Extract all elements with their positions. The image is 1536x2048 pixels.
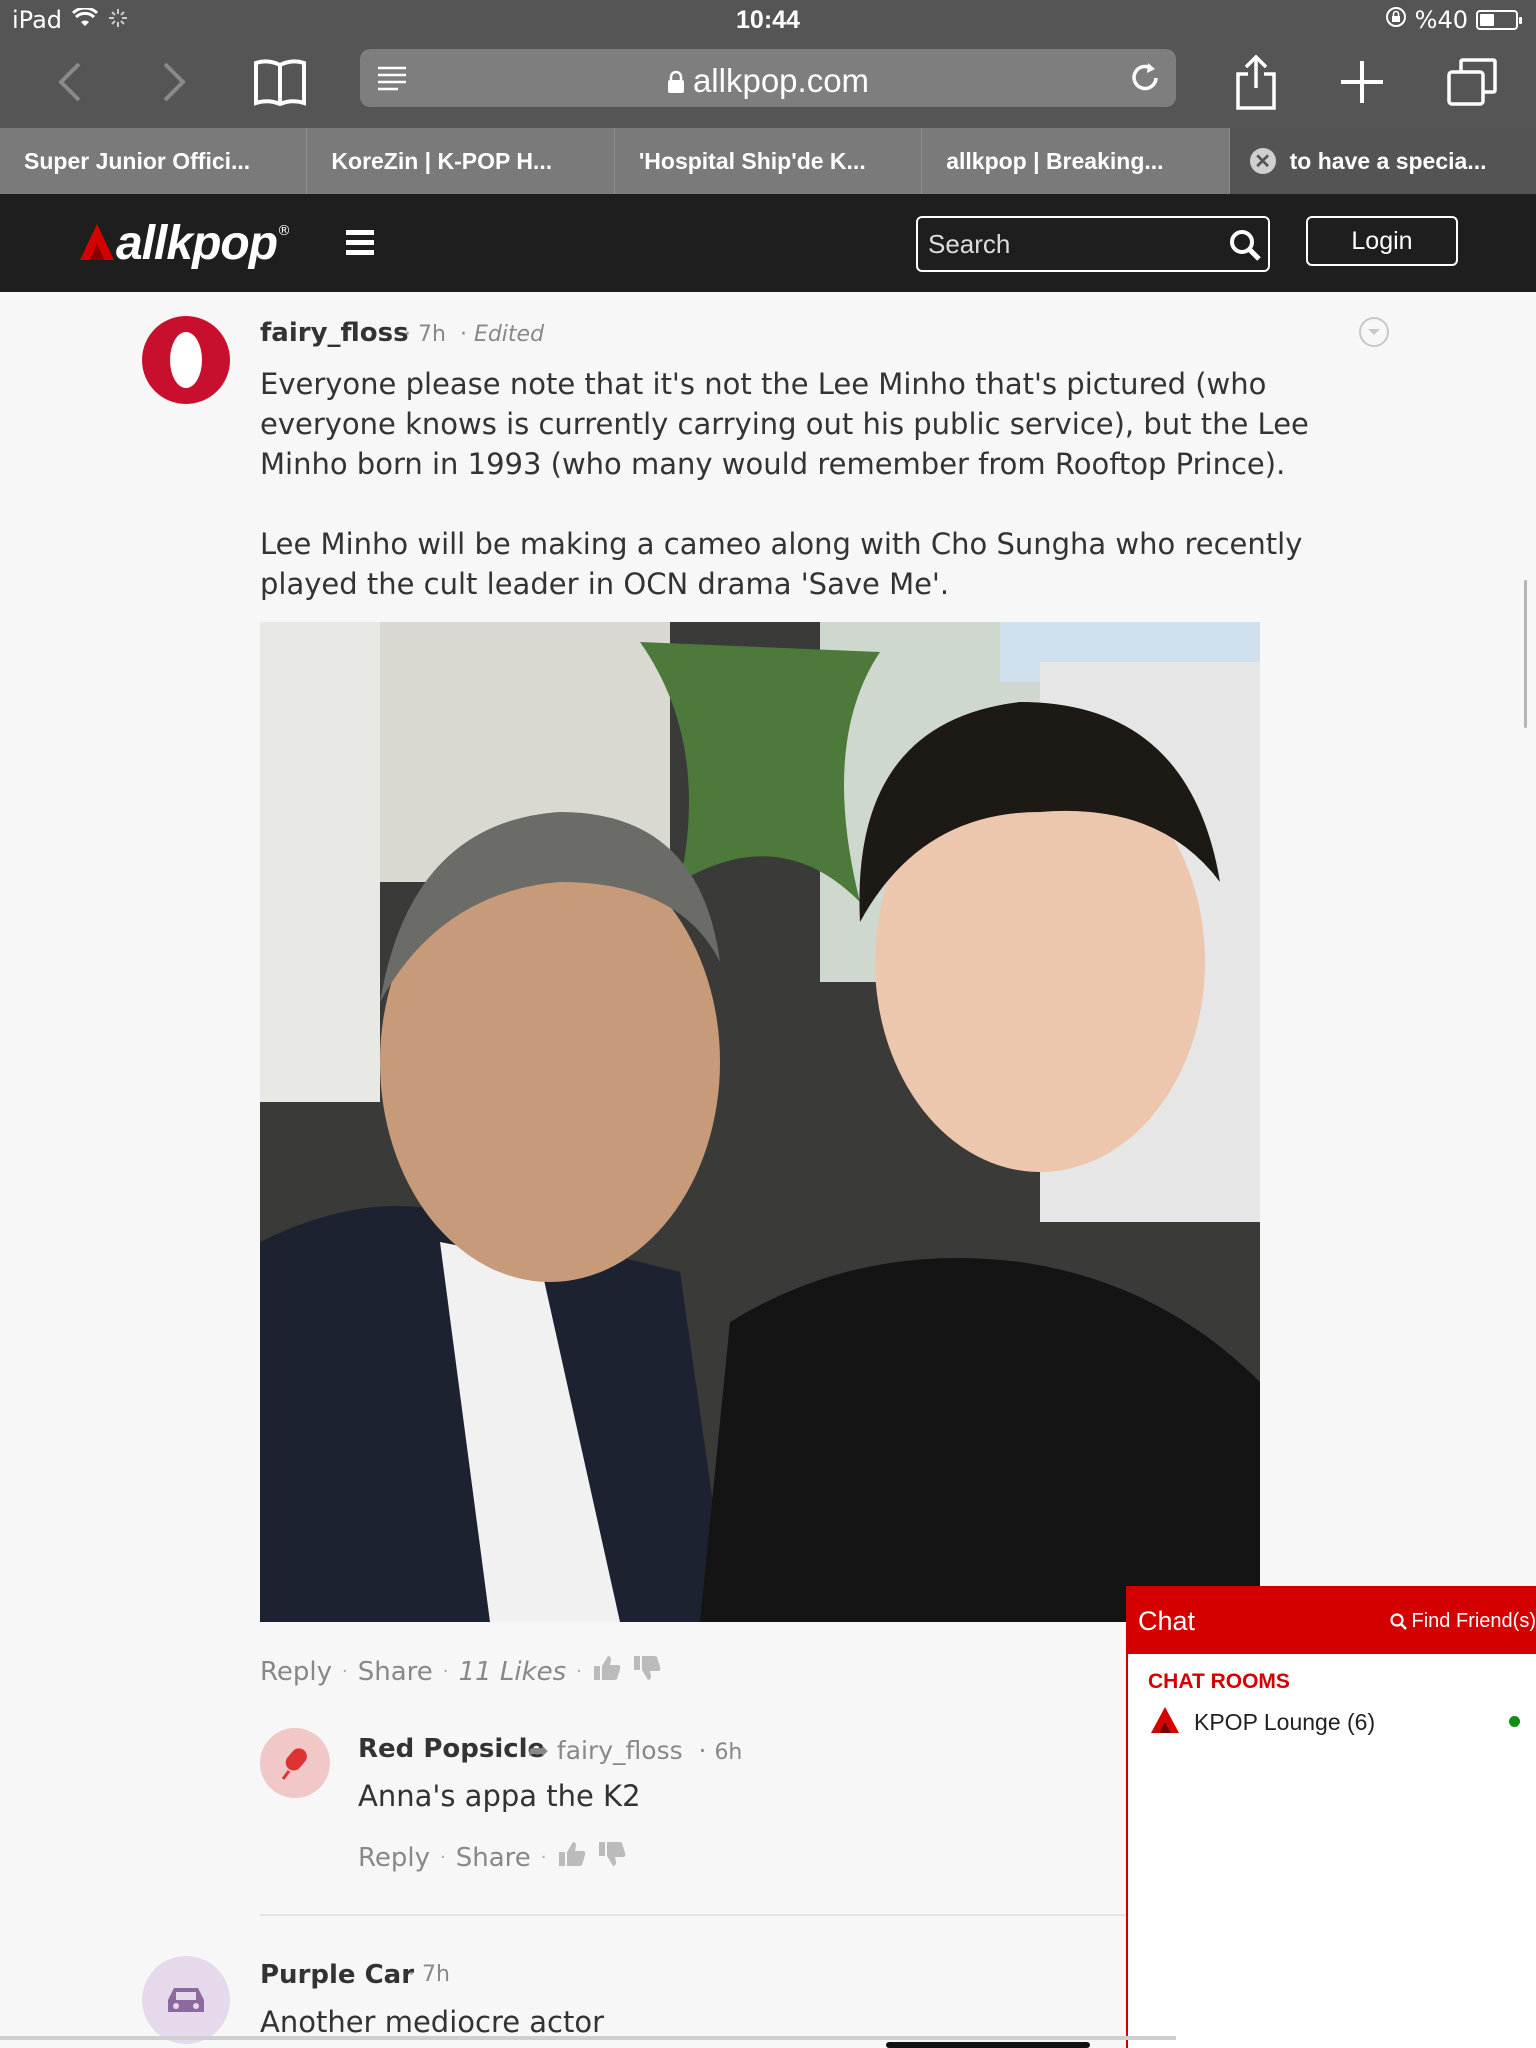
back-icon[interactable]	[40, 52, 100, 112]
tab-label: KoreZin | K-POP H...	[331, 147, 553, 174]
address-bar[interactable]: allkpop.com	[360, 49, 1176, 107]
comment-divider	[260, 1914, 1130, 1916]
lock-icon	[667, 64, 685, 102]
tab-strip: Super Junior Offici... KoreZin | K-POP H…	[0, 128, 1536, 194]
horizontal-scrollbar[interactable]	[0, 2036, 1176, 2040]
reply-to-user[interactable]: fairy_floss	[557, 1736, 683, 1765]
likes-count[interactable]: 11 Likes	[459, 1657, 567, 1687]
comment-meta: ➦ fairy_floss · 6h	[528, 1736, 743, 1765]
reload-icon[interactable]	[1128, 61, 1162, 99]
search-input[interactable]	[928, 226, 1208, 262]
comment-photo[interactable]	[260, 622, 1260, 1622]
find-friends-label: Find Friend(s)	[1411, 1610, 1536, 1632]
search-box	[916, 216, 1270, 272]
online-indicator	[1509, 1716, 1520, 1727]
upvote-icon[interactable]	[557, 1840, 587, 1875]
logo-text: allkpop	[116, 217, 278, 270]
comment-meta: · 7h	[408, 1962, 450, 1987]
allkpop-a-logo-icon	[78, 222, 116, 266]
menu-icon[interactable]	[346, 230, 374, 260]
share-button[interactable]: Share	[456, 1843, 531, 1873]
share-button[interactable]: Share	[358, 1657, 433, 1687]
comment-options-icon[interactable]	[1358, 316, 1390, 352]
status-bar: iPad 10:44 %40	[0, 0, 1536, 40]
url-field: allkpop.com	[360, 62, 1176, 102]
comment-author[interactable]: fairy_floss	[260, 318, 409, 348]
browser-tab[interactable]: 'Hospital Ship'de K...	[615, 128, 923, 194]
close-tab-icon[interactable]: ✕	[1249, 148, 1276, 174]
photo-illustration	[260, 622, 1260, 1622]
chat-title: Chat	[1138, 1606, 1196, 1636]
tab-label: Super Junior Offici...	[24, 147, 251, 174]
browser-tab[interactable]: allkpop | Breaking...	[922, 128, 1230, 194]
vertical-scrollbar[interactable]	[1524, 580, 1527, 728]
tab-label: to have a specia...	[1289, 147, 1487, 174]
search-icon	[1389, 1612, 1407, 1630]
search-icon[interactable]	[1228, 228, 1262, 266]
allkpop-logo[interactable]: allkpop ®	[78, 216, 291, 271]
reply-button[interactable]: Reply	[260, 1657, 332, 1687]
allkpop-a-logo-icon	[1150, 1706, 1180, 1738]
reply-button[interactable]: Reply	[358, 1843, 430, 1873]
site-header: allkpop ® Login	[0, 194, 1536, 292]
comment-time: 7h	[422, 1962, 450, 1987]
comment-text: Everyone please note that it's not the L…	[260, 367, 1309, 481]
avatar[interactable]	[142, 316, 230, 404]
downvote-icon[interactable]	[597, 1840, 627, 1875]
tabs-overview-icon[interactable]	[1442, 52, 1502, 112]
url-text: allkpop.com	[692, 62, 870, 99]
chat-room-name: KPOP Lounge (6)	[1194, 1708, 1376, 1735]
comment-meta: · 7h · Edited	[404, 322, 545, 347]
chat-room-item[interactable]: KPOP Lounge (6)	[1150, 1702, 1530, 1742]
avatar[interactable]	[142, 1956, 230, 2044]
comment-text: Anna's appa the K2	[358, 1779, 641, 1813]
login-button[interactable]: Login	[1306, 216, 1458, 266]
comment-author[interactable]: Red Popsicle	[358, 1734, 545, 1764]
rotation-lock-icon	[1385, 6, 1407, 34]
upvote-icon[interactable]	[592, 1654, 622, 1689]
share-icon[interactable]	[1226, 52, 1286, 112]
opera-logo-icon	[170, 332, 202, 388]
browser-tab[interactable]: KoreZin | K-POP H...	[307, 128, 615, 194]
comment-time: 7h	[418, 322, 446, 347]
avatar[interactable]	[260, 1728, 330, 1798]
registered-mark: ®	[277, 222, 292, 239]
battery-icon	[1476, 10, 1522, 30]
find-friends-button[interactable]: Find Friend(s)	[1389, 1610, 1536, 1633]
comment-actions: Reply · Share · 11 Likes ·	[260, 1654, 662, 1689]
edited-label: Edited	[473, 322, 545, 347]
clock: 10:44	[736, 6, 800, 34]
forward-icon[interactable]	[144, 52, 204, 112]
tab-label: allkpop | Breaking...	[946, 147, 1164, 174]
comment-author[interactable]: Purple Car	[260, 1960, 414, 1990]
comment-text: Lee Minho will be making a cameo along w…	[260, 527, 1303, 601]
comment-time: 6h	[714, 1740, 743, 1765]
battery-percent: %40	[1414, 6, 1468, 34]
browser-tab-active[interactable]: ✕ to have a specia...	[1229, 128, 1536, 194]
reply-arrow-icon: ➦	[528, 1736, 549, 1765]
downvote-icon[interactable]	[632, 1654, 662, 1689]
bookmarks-icon[interactable]	[250, 52, 310, 112]
chat-header[interactable]: Chat Find Friend(s)	[1128, 1588, 1536, 1654]
popsicle-icon	[281, 1748, 307, 1780]
comment-actions: Reply · Share ·	[358, 1840, 627, 1875]
new-tab-icon[interactable]	[1332, 52, 1392, 112]
browser-toolbar: allkpop.com	[0, 40, 1536, 128]
tab-label: 'Hospital Ship'de K...	[638, 147, 866, 174]
browser-tab[interactable]: Super Junior Offici...	[0, 128, 308, 194]
car-icon	[168, 1988, 204, 2012]
chat-widget: Chat Find Friend(s) CHAT ROOMS KPOP Loun…	[1126, 1586, 1536, 2048]
chat-rooms-heading: CHAT ROOMS	[1148, 1670, 1290, 1693]
home-indicator	[886, 2042, 1090, 2048]
